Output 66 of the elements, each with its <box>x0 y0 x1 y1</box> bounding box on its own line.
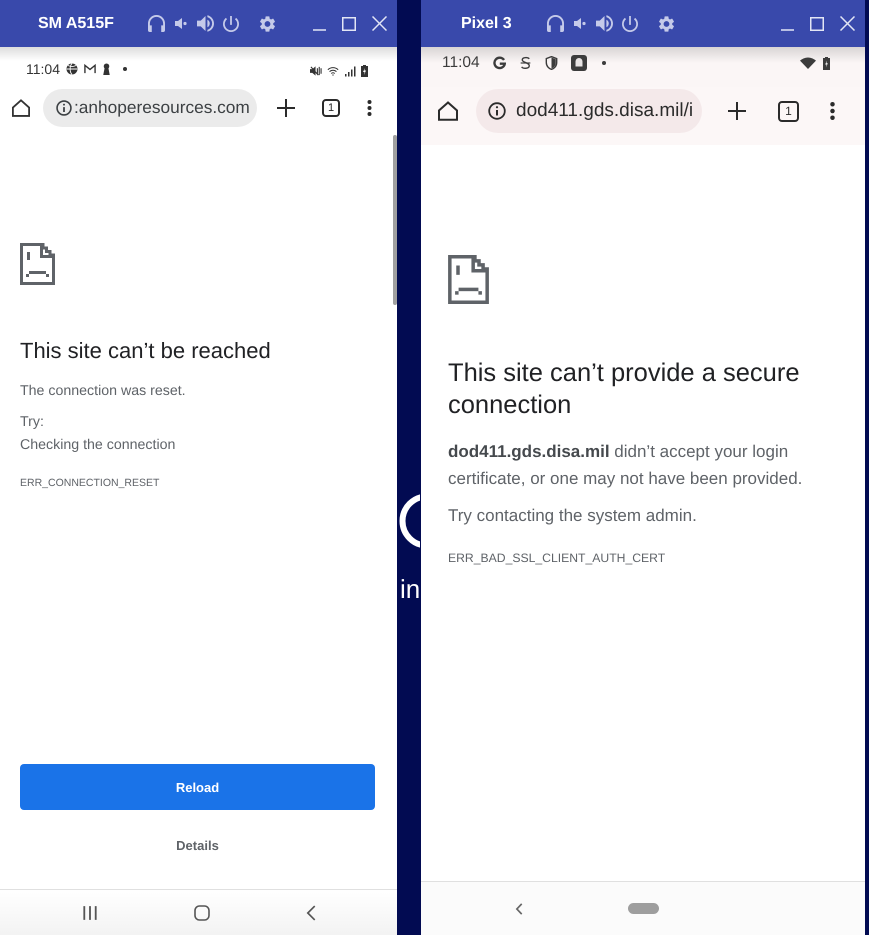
home-icon[interactable] <box>12 98 30 116</box>
settings-icon[interactable] <box>260 16 275 32</box>
home-pill-icon[interactable] <box>628 903 659 914</box>
error-heading: This site can’t be reached <box>20 338 272 364</box>
suggestion-item: Checking the connection <box>20 436 176 454</box>
volume-up-icon[interactable] <box>196 15 214 32</box>
mute-vibrate-icon <box>310 65 322 77</box>
volume-up-icon[interactable] <box>596 15 613 32</box>
error-message: The connection was reset. <box>20 382 187 400</box>
error-code: ERR_CONNECTION_RESET <box>20 476 160 490</box>
wifi-icon <box>327 65 339 77</box>
info-icon[interactable] <box>488 102 506 120</box>
headphones-icon[interactable] <box>546 15 564 32</box>
letter-g-icon <box>492 56 506 70</box>
more-menu-icon[interactable] <box>367 100 372 116</box>
window-title: SM A515F <box>38 14 114 32</box>
status-time: 11:04 <box>442 54 480 72</box>
battery-icon <box>361 65 368 77</box>
tab-switcher-button[interactable]: 1 <box>322 98 340 116</box>
close-icon[interactable] <box>372 16 387 31</box>
primary-button[interactable]: Reload <box>20 764 375 810</box>
error-message: Try contacting the system admin. <box>448 504 698 526</box>
mail-icon <box>84 63 96 75</box>
striked-s-icon <box>518 56 532 70</box>
volume-down-icon[interactable] <box>574 18 586 29</box>
headphones-icon[interactable] <box>148 15 165 32</box>
close-icon[interactable] <box>840 16 855 31</box>
battery-icon <box>823 56 830 70</box>
plus-icon[interactable] <box>728 102 746 120</box>
dot-icon <box>123 67 127 71</box>
error-message: dod411.gds.disa.mil didn’t accept your login certificate, or one may not have been provided. <box>448 440 804 490</box>
background-text: in <box>399 575 420 603</box>
home-icon[interactable] <box>438 101 458 121</box>
plus-icon[interactable] <box>277 98 295 116</box>
info-icon[interactable] <box>56 100 72 116</box>
signal-icon <box>344 65 356 77</box>
maximize-icon[interactable] <box>810 16 824 30</box>
sad-file-icon <box>448 255 489 304</box>
error-heading: This site can’t provide a secure connection <box>448 358 800 421</box>
window-title: Pixel 3 <box>461 14 512 32</box>
volume-down-icon[interactable] <box>174 18 187 29</box>
address-bar[interactable]: dod411.gds.disa.mil/i <box>476 89 702 133</box>
back-icon[interactable] <box>306 904 316 920</box>
minimize-icon[interactable] <box>313 28 326 30</box>
power-icon[interactable] <box>222 16 239 32</box>
keyhole-icon <box>102 63 111 75</box>
home-button-icon[interactable] <box>194 904 210 920</box>
wifi-icon <box>800 57 816 69</box>
sad-file-icon <box>20 243 55 285</box>
maximize-icon[interactable] <box>342 16 356 30</box>
dot-icon <box>602 61 606 65</box>
settings-icon[interactable] <box>658 16 674 32</box>
minimize-icon[interactable] <box>781 28 794 30</box>
globe-icon <box>66 63 78 75</box>
tab-switcher-button[interactable]: 1 <box>778 100 799 122</box>
suggestions-heading: Try: <box>20 413 45 431</box>
error-code: ERR_BAD_SSL_CLIENT_AUTH_CERT <box>448 550 666 566</box>
shield-icon <box>544 56 558 70</box>
more-menu-icon[interactable] <box>830 102 835 120</box>
text-button[interactable]: Details <box>152 826 242 864</box>
power-icon[interactable] <box>622 16 638 32</box>
address-bar[interactable]: :anhoperesources.com <box>43 88 257 126</box>
recents-icon[interactable] <box>82 904 98 920</box>
back-icon[interactable] <box>515 902 523 914</box>
status-time: 11:04 <box>26 61 60 77</box>
rounded-square-icon <box>570 55 587 71</box>
